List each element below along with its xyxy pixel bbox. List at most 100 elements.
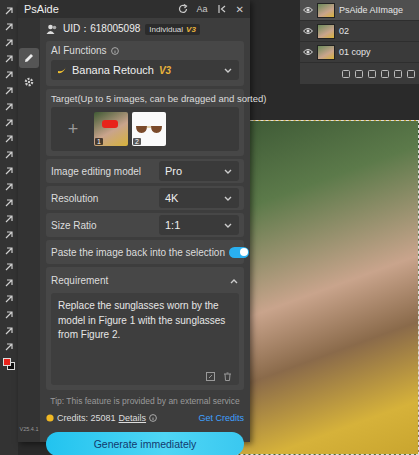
collapse-icon[interactable] xyxy=(217,4,227,14)
image-index: 2 xyxy=(133,138,141,145)
details-link[interactable]: Details xyxy=(119,413,147,423)
account-row: UID：618005098 IndividualV3 xyxy=(46,20,244,38)
setting-value: 1:1 xyxy=(165,219,180,231)
tool-icon[interactable] xyxy=(4,22,14,32)
chevron-down-icon xyxy=(223,66,233,74)
pencil-icon xyxy=(23,52,35,64)
tool-icon[interactable] xyxy=(4,262,14,272)
panel-main: V25.4.1 UID：618005098 IndividualV3 AI Funct… xyxy=(18,18,250,442)
tool-icon[interactable] xyxy=(4,230,14,240)
tip-text: Tip: This feature is provided by an exte… xyxy=(46,393,244,408)
font-size-button[interactable]: Aa xyxy=(197,4,208,14)
layers-panel: PsAide AIImage 02 01 copy xyxy=(300,0,419,84)
layer-action-icon[interactable] xyxy=(381,70,389,78)
paste-toggle[interactable] xyxy=(229,247,249,258)
layer-name: 01 copy xyxy=(339,47,371,57)
coin-icon xyxy=(46,414,54,422)
setting-select[interactable]: 1:1 xyxy=(159,215,239,235)
tool-icon[interactable] xyxy=(4,182,14,192)
ai-functions-label: AI Functions xyxy=(51,45,107,56)
layer-name: PsAide AIImage xyxy=(339,5,403,15)
setting-row: Size Ratio 1:1 xyxy=(46,213,244,237)
requirement-header[interactable]: Requirement xyxy=(51,271,239,289)
setting-row: Resolution 4K xyxy=(46,186,244,210)
foreground-color[interactable] xyxy=(3,358,11,366)
tool-icon[interactable] xyxy=(4,54,14,64)
requirement-text: Replace the sunglasses worn by the model… xyxy=(58,299,232,343)
tool-icon[interactable] xyxy=(4,278,14,288)
uid-label: UID：618005098 xyxy=(63,22,140,36)
sidebar-item[interactable] xyxy=(19,72,39,92)
ai-function-value: Banana Retouch V3 xyxy=(57,64,171,76)
setting-label: Resolution xyxy=(51,193,98,204)
eye-icon[interactable] xyxy=(303,48,313,56)
tool-icon[interactable] xyxy=(4,86,14,96)
refresh-icon[interactable] xyxy=(178,4,188,14)
target-image[interactable]: 1 xyxy=(94,112,128,146)
setting-value: 4K xyxy=(165,192,178,204)
tool-icon[interactable] xyxy=(4,118,14,128)
target-card: Target(Up to 5 images, can be dragged an… xyxy=(46,89,244,156)
add-image-button[interactable]: + xyxy=(56,112,90,146)
tool-icon[interactable] xyxy=(4,214,14,224)
target-image[interactable]: 2 xyxy=(132,112,166,146)
panel-sidebar: V25.4.1 xyxy=(18,18,40,442)
requirement-textarea[interactable]: Replace the sunglasses worn by the model… xyxy=(51,293,239,385)
layer-action-icon[interactable] xyxy=(394,70,402,78)
version-label: V25.4.1 xyxy=(20,426,39,432)
layer-row[interactable]: 02 xyxy=(300,21,419,42)
tool-icon[interactable] xyxy=(4,70,14,80)
ai-function-version: V3 xyxy=(159,65,171,76)
layer-row[interactable]: 01 copy xyxy=(300,42,419,63)
panel-title: PsAide xyxy=(24,3,59,15)
ai-function-select[interactable]: Banana Retouch V3 xyxy=(51,60,239,80)
layer-thumbnail xyxy=(317,45,335,60)
sunglasses-icon xyxy=(135,123,163,135)
chevron-down-icon xyxy=(223,221,233,229)
tool-icon[interactable] xyxy=(4,198,14,208)
sidebar-item[interactable] xyxy=(19,48,39,68)
tool-icon[interactable] xyxy=(4,166,14,176)
requirement-card: Requirement Replace the sunglasses worn b… xyxy=(46,267,244,390)
header-buttons: Aa ✕ xyxy=(178,4,244,15)
setting-select[interactable]: 4K xyxy=(159,188,239,208)
generate-button[interactable]: Generate immediately xyxy=(46,432,244,455)
chevron-down-icon xyxy=(223,194,233,202)
close-button[interactable]: ✕ xyxy=(236,4,244,15)
tool-icon[interactable] xyxy=(4,150,14,160)
requirement-label: Requirement xyxy=(51,275,108,286)
trash-icon[interactable] xyxy=(223,372,232,381)
layer-action-icon[interactable] xyxy=(368,70,376,78)
ai-function-name: Banana Retouch xyxy=(72,64,154,76)
tool-icon[interactable] xyxy=(4,6,14,16)
tool-icon[interactable] xyxy=(4,38,14,48)
tool-icon[interactable] xyxy=(4,342,14,352)
tools-bar xyxy=(0,0,18,455)
setting-label: Image editing model xyxy=(51,166,141,177)
setting-label: Size Ratio xyxy=(51,220,97,231)
layer-action-icon[interactable] xyxy=(342,70,350,78)
tool-icon[interactable] xyxy=(4,294,14,304)
plan-version: V3 xyxy=(186,25,196,34)
layer-thumbnail xyxy=(317,24,335,39)
setting-row: Paste the image back into the selection xyxy=(46,240,244,264)
tool-icon[interactable] xyxy=(4,246,14,256)
layer-action-icon[interactable] xyxy=(407,70,415,78)
setting-select[interactable]: Pro xyxy=(159,161,239,181)
tool-icon[interactable] xyxy=(4,134,14,144)
tool-icon[interactable] xyxy=(4,310,14,320)
eye-icon[interactable] xyxy=(303,6,313,14)
layer-action-icon[interactable] xyxy=(355,70,363,78)
color-swatches[interactable] xyxy=(3,358,15,370)
requirement-toggle[interactable] xyxy=(229,271,239,289)
edit-note-icon[interactable] xyxy=(206,372,215,381)
toggle-knob xyxy=(240,248,248,256)
image-index: 1 xyxy=(95,138,103,145)
textarea-actions xyxy=(58,372,232,381)
plan-badge: IndividualV3 xyxy=(145,24,200,35)
tool-icon[interactable] xyxy=(4,102,14,112)
get-credits-link[interactable]: Get Credits xyxy=(198,413,244,423)
eye-icon[interactable] xyxy=(303,27,313,35)
layer-row[interactable]: PsAide AIImage xyxy=(300,0,419,21)
tool-icon[interactable] xyxy=(4,326,14,336)
